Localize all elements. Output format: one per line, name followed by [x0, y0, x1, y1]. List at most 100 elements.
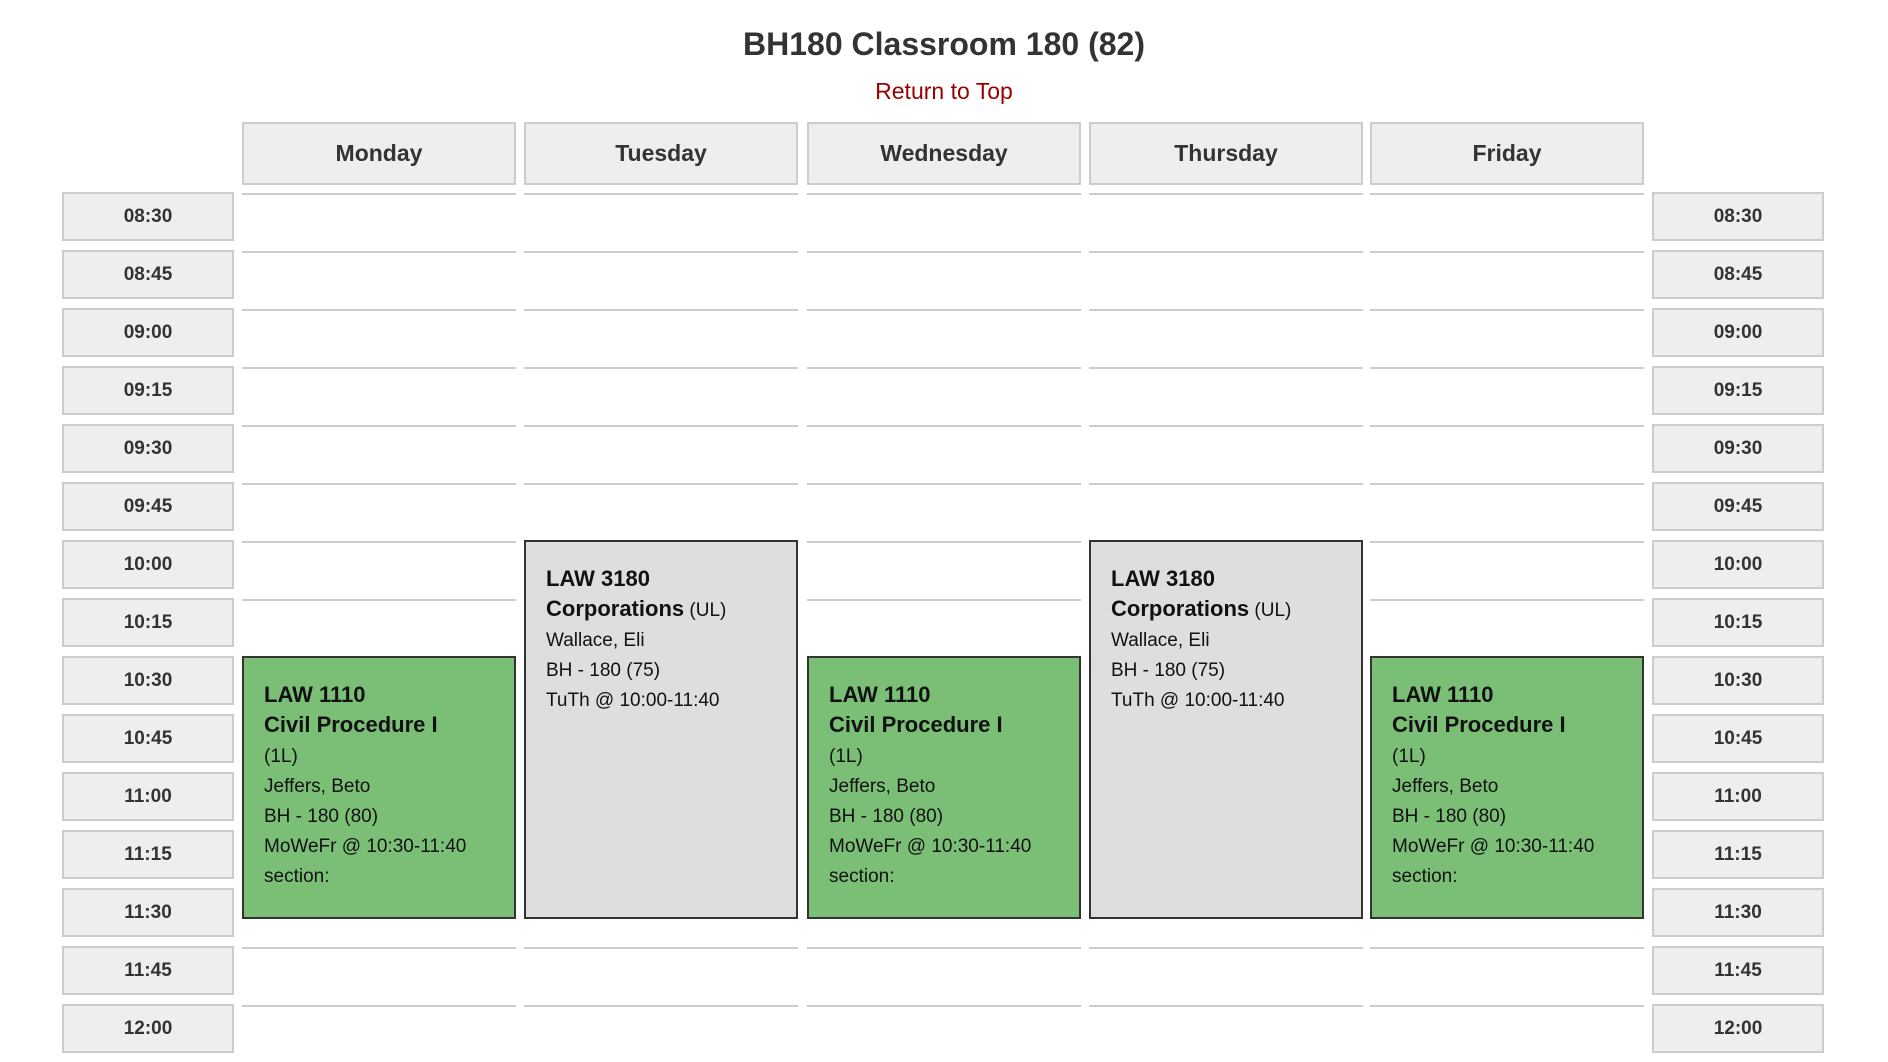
- course-details: LAW 3180 Corporations (UL) Wallace, Eli BH …: [526, 542, 796, 716]
- time-label-right: 09:30: [1652, 424, 1824, 473]
- course-details: LAW 1110 Civil Procedure I (1L) Jeffers, Be…: [244, 658, 514, 892]
- time-slot[interactable]: [807, 309, 1081, 311]
- time-label-right: 09:15: [1652, 366, 1824, 415]
- day-header-thursday: Thursday: [1089, 122, 1363, 185]
- course-name: Civil Procedure I: [264, 712, 438, 737]
- time-slot[interactable]: [807, 367, 1081, 369]
- time-label-right: 11:15: [1652, 830, 1824, 879]
- course-name-line: Corporations (UL): [1111, 594, 1341, 626]
- time-slot[interactable]: [524, 1005, 798, 1007]
- course-room: BH - 180 (80): [264, 806, 379, 827]
- time-slot[interactable]: [242, 947, 516, 949]
- time-slot[interactable]: [807, 1005, 1081, 1007]
- course-instructor: Wallace, Eli: [546, 630, 645, 651]
- course-schedule: TuTh @ 10:00-11:40: [546, 690, 720, 711]
- time-label-right: 12:00: [1652, 1004, 1824, 1053]
- course-block[interactable]: LAW 1110 Civil Procedure I (1L) Jeffers, Be…: [1370, 656, 1644, 919]
- course-block[interactable]: LAW 1110 Civil Procedure I (1L) Jeffers, Be…: [807, 656, 1081, 919]
- time-slot[interactable]: [524, 193, 798, 195]
- time-slot[interactable]: [524, 425, 798, 427]
- time-label-left: 09:15: [62, 366, 234, 415]
- time-slot[interactable]: [807, 483, 1081, 485]
- time-label-right: 10:15: [1652, 598, 1824, 647]
- course-details: LAW 3180 Corporations (UL) Wallace, Eli BH …: [1091, 542, 1361, 716]
- time-label-left: 10:15: [62, 598, 234, 647]
- time-slot[interactable]: [524, 251, 798, 253]
- time-slot[interactable]: [1370, 425, 1644, 427]
- time-slot[interactable]: [1089, 425, 1363, 427]
- time-slot[interactable]: [1370, 1005, 1644, 1007]
- time-slot[interactable]: [807, 947, 1081, 949]
- time-label-left: 10:45: [62, 714, 234, 763]
- time-slot[interactable]: [1370, 541, 1644, 543]
- return-to-top-link[interactable]: Return to Top: [875, 78, 1013, 104]
- time-label-left: 10:00: [62, 540, 234, 589]
- day-header-tuesday: Tuesday: [524, 122, 798, 185]
- course-instructor: Wallace, Eli: [1111, 630, 1210, 651]
- time-label-left: 12:00: [62, 1004, 234, 1053]
- time-slot[interactable]: [1370, 309, 1644, 311]
- time-slot[interactable]: [242, 599, 516, 601]
- time-slot[interactable]: [1370, 947, 1644, 949]
- time-label-left: 11:15: [62, 830, 234, 879]
- course-schedule: MoWeFr @ 10:30-11:40: [829, 836, 1032, 857]
- time-slot[interactable]: [1370, 367, 1644, 369]
- time-slot[interactable]: [1089, 309, 1363, 311]
- time-slot[interactable]: [807, 541, 1081, 543]
- time-slot[interactable]: [1089, 947, 1363, 949]
- course-room: BH - 180 (80): [829, 806, 944, 827]
- course-section: section:: [829, 866, 895, 887]
- time-slot[interactable]: [1089, 251, 1363, 253]
- course-name-line: Corporations (UL): [546, 594, 776, 626]
- time-label-right: 09:00: [1652, 308, 1824, 357]
- time-slot[interactable]: [1370, 483, 1644, 485]
- course-name: Civil Procedure I: [1392, 712, 1566, 737]
- course-block[interactable]: LAW 3180 Corporations (UL) Wallace, Eli BH …: [1089, 540, 1363, 919]
- time-slot[interactable]: [242, 1005, 516, 1007]
- course-section: section:: [264, 866, 330, 887]
- time-slot[interactable]: [524, 947, 798, 949]
- time-slot[interactable]: [1370, 599, 1644, 601]
- time-label-right: 09:45: [1652, 482, 1824, 531]
- course-code: LAW 1110: [264, 682, 366, 707]
- time-slot[interactable]: [524, 483, 798, 485]
- time-label-left: 09:45: [62, 482, 234, 531]
- time-slot[interactable]: [807, 251, 1081, 253]
- course-block[interactable]: LAW 1110 Civil Procedure I (1L) Jeffers, Be…: [242, 656, 516, 919]
- time-slot[interactable]: [242, 251, 516, 253]
- day-header-wednesday: Wednesday: [807, 122, 1081, 185]
- time-slot[interactable]: [1089, 1005, 1363, 1007]
- time-slot[interactable]: [807, 599, 1081, 601]
- course-name: Corporations: [1111, 596, 1250, 621]
- time-slot[interactable]: [524, 309, 798, 311]
- page-title: BH180 Classroom 180 (82): [743, 26, 1145, 62]
- time-slot[interactable]: [1089, 367, 1363, 369]
- time-label-left: 08:45: [62, 250, 234, 299]
- time-slot[interactable]: [1370, 193, 1644, 195]
- time-slot[interactable]: [242, 425, 516, 427]
- time-slot[interactable]: [242, 309, 516, 311]
- course-name: Corporations: [546, 596, 685, 621]
- time-slot[interactable]: [1089, 483, 1363, 485]
- time-slot[interactable]: [242, 367, 516, 369]
- time-slot[interactable]: [807, 193, 1081, 195]
- course-code: LAW 1110: [1392, 682, 1494, 707]
- course-name: Civil Procedure I: [829, 712, 1003, 737]
- return-to-top: Return to Top: [0, 76, 1888, 106]
- course-room: BH - 180 (80): [1392, 806, 1507, 827]
- course-code: LAW 3180: [1111, 566, 1215, 591]
- time-slot[interactable]: [807, 425, 1081, 427]
- time-slot[interactable]: [1089, 193, 1363, 195]
- course-tag: (UL): [1254, 600, 1292, 621]
- time-slot[interactable]: [242, 193, 516, 195]
- time-slot[interactable]: [242, 541, 516, 543]
- course-block[interactable]: LAW 3180 Corporations (UL) Wallace, Eli BH …: [524, 540, 798, 919]
- time-label-right: 11:30: [1652, 888, 1824, 937]
- time-slot[interactable]: [242, 483, 516, 485]
- time-slot[interactable]: [1370, 251, 1644, 253]
- course-tag: (1L): [829, 746, 863, 767]
- course-details: LAW 1110 Civil Procedure I (1L) Jeffers, Be…: [809, 658, 1079, 892]
- time-label-right: 10:45: [1652, 714, 1824, 763]
- time-slot[interactable]: [524, 367, 798, 369]
- time-label-left: 11:30: [62, 888, 234, 937]
